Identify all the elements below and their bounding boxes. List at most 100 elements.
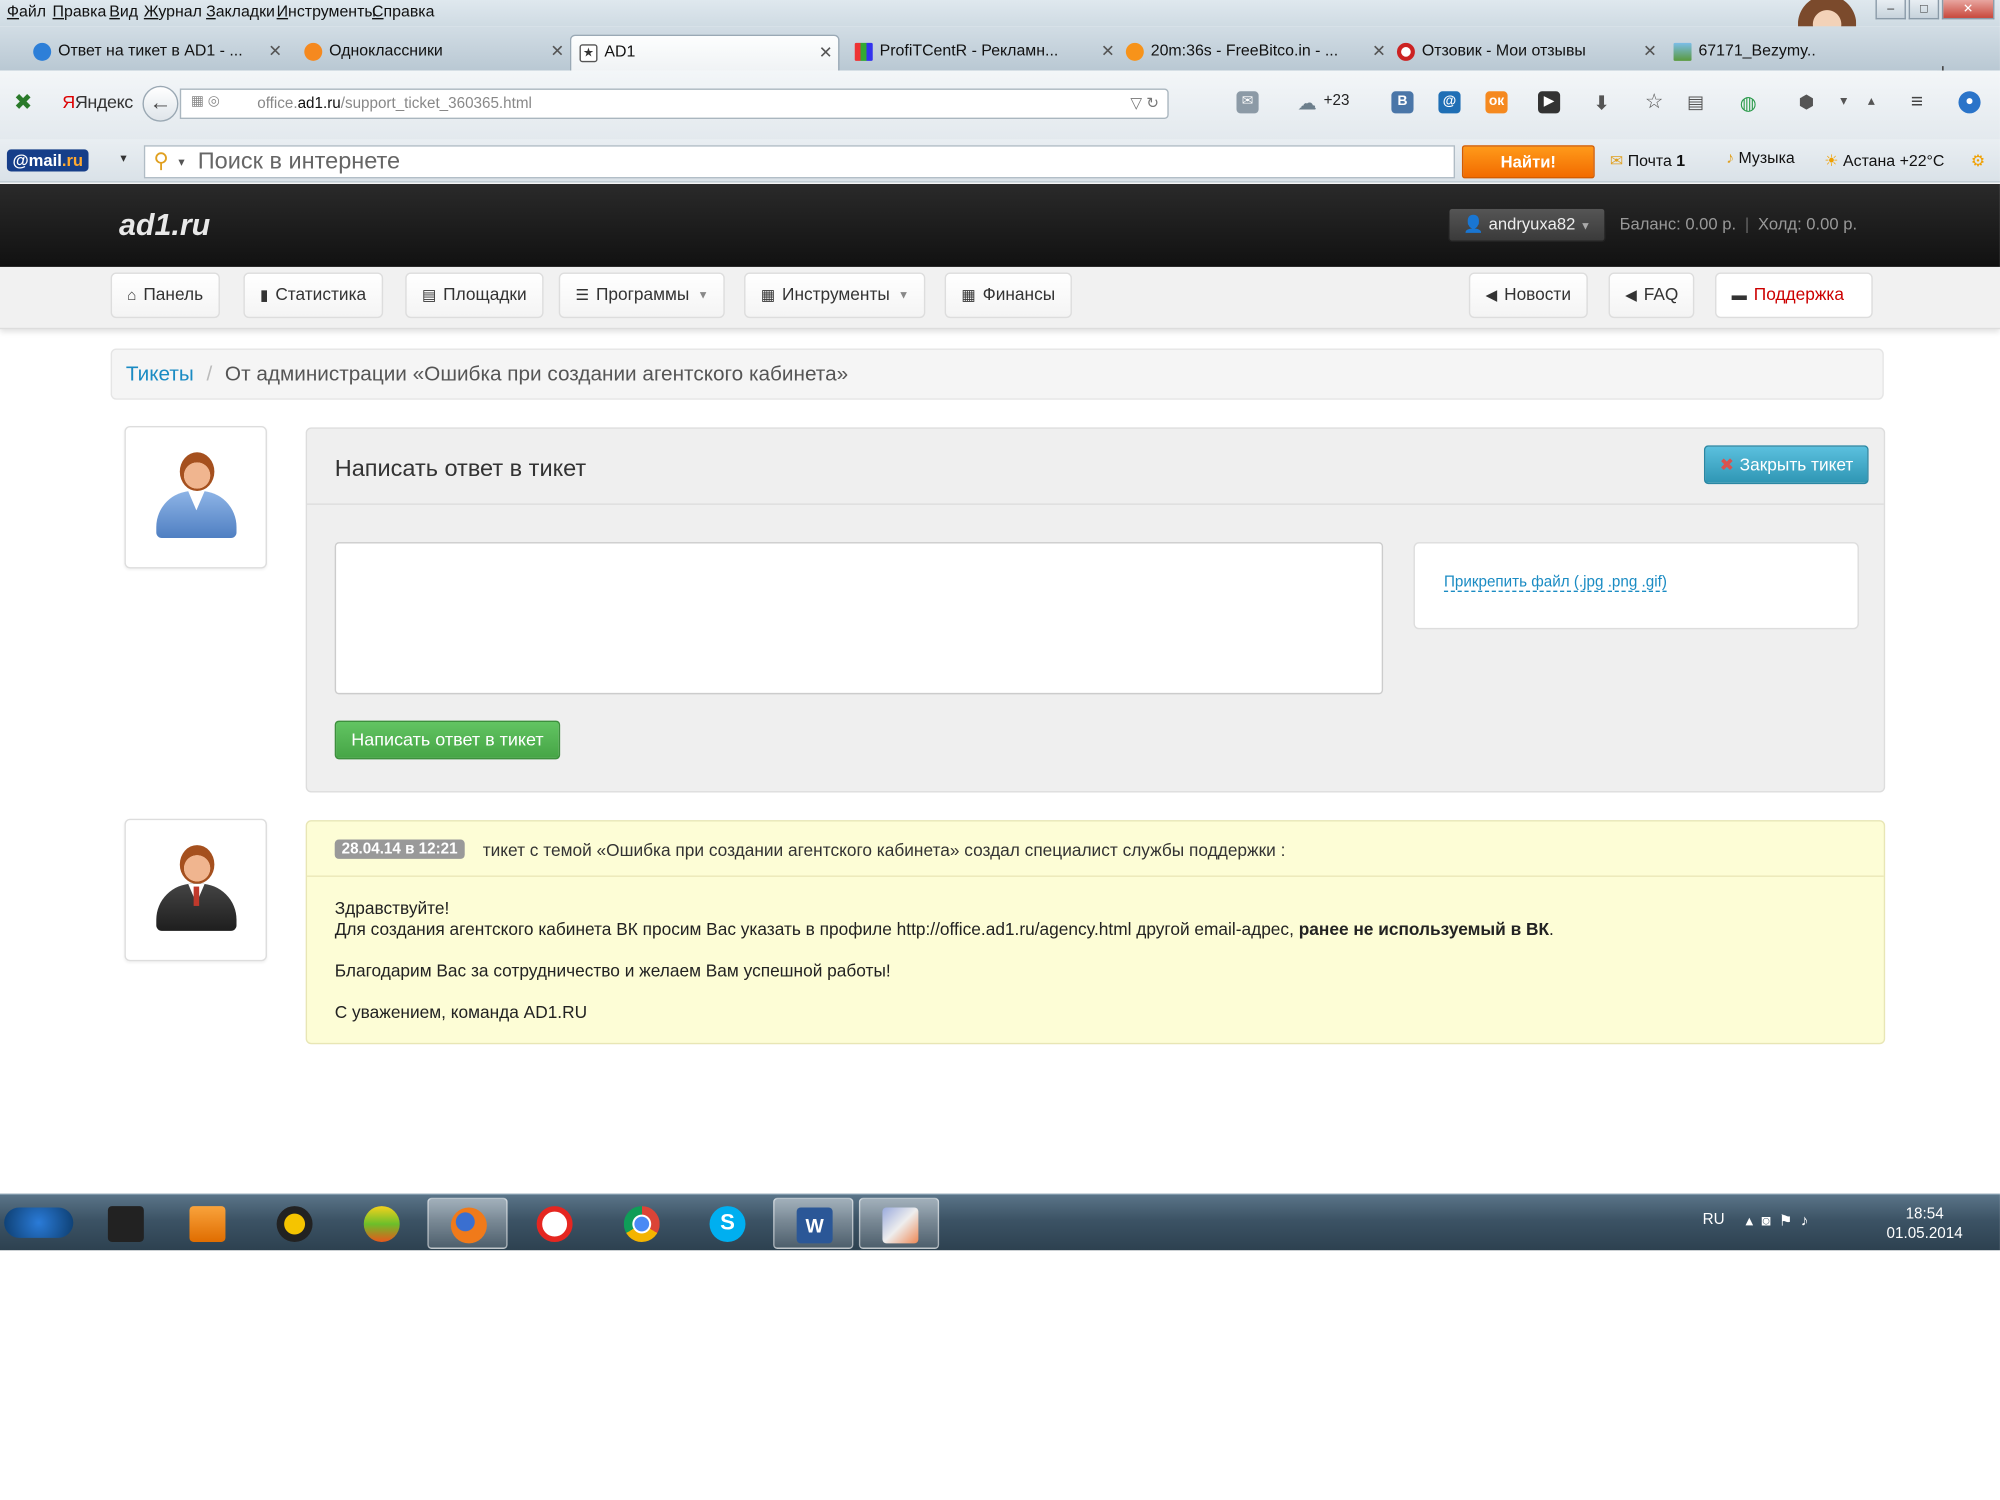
user-menu-button[interactable]: 👤 andryuxa82 ▼ [1448, 207, 1607, 243]
tab-freebitcoin[interactable]: 20m:36s - FreeBitco.in - ... ✕ [1118, 35, 1392, 71]
mail-link[interactable]: ✉ Почта 1 [1610, 151, 1685, 171]
dropdown-icon[interactable]: ▾ [1833, 91, 1855, 113]
tab-ad1-reply[interactable]: Ответ на тикет в AD1 - ... ✕ [25, 35, 288, 71]
tab-bar: Ответ на тикет в AD1 - ... ✕ Одноклассни… [0, 26, 2000, 84]
reload-icon[interactable]: ▽ ↻ [1130, 90, 1159, 118]
back-button[interactable]: ← [142, 85, 179, 122]
close-icon: ✖ [1719, 455, 1735, 475]
site-identity-icon[interactable]: ▦ ◎ [191, 94, 220, 109]
system-tray[interactable]: ▴◙⚑♪ [1745, 1212, 1816, 1230]
play-icon[interactable]: ▶ [1538, 91, 1561, 114]
tab-image[interactable]: 67171_Bezymy.. [1665, 35, 1928, 71]
attach-file-link[interactable]: Прикрепить файл (.jpg .png .gif) [1443, 574, 1667, 592]
menu-file[interactable]: Файл [7, 4, 46, 21]
close-ticket-button[interactable]: ✖ Закрыть тикет [1704, 445, 1869, 485]
music-link[interactable]: ♪ Музыка [1726, 151, 1795, 168]
menu-help[interactable]: Справка [372, 4, 434, 21]
nav-statistics[interactable]: ▮ Статистика [243, 272, 383, 319]
menu-tools[interactable]: Инструменты [277, 4, 376, 21]
maximize-icon[interactable]: □ [1908, 0, 1940, 20]
bookmark-star-icon[interactable]: ☆ [1643, 91, 1665, 113]
nav-support[interactable]: ▬ Поддержка [1715, 272, 1873, 319]
tab-ad1[interactable]: ★ AD1 ✕ [569, 34, 840, 71]
taskbar-paint[interactable] [858, 1197, 940, 1249]
nav-panel[interactable]: ⌂ Панель [110, 272, 220, 319]
nav-tools[interactable]: ▦ Инструменты ▼ [744, 272, 926, 319]
chevron-down-icon[interactable]: ▾ [120, 151, 126, 166]
site-logo[interactable]: ad1.ru [119, 207, 210, 243]
tab-close-icon[interactable]: ✕ [268, 41, 282, 60]
download-icon[interactable]: ⬇ [1591, 91, 1613, 113]
submit-reply-button[interactable]: Написать ответ в тикет [334, 720, 561, 760]
search-button[interactable]: Найти! [1461, 145, 1595, 179]
menu-view[interactable]: Вид [109, 4, 138, 21]
url-bar[interactable]: office.ad1.ru/support_ticket_360365.html… [179, 88, 1169, 119]
skype-toolbar-icon[interactable]: ● [1958, 91, 1981, 114]
nav-programs[interactable]: ☰ Программы ▼ [558, 272, 726, 319]
tab-close-icon[interactable]: ✕ [1643, 41, 1657, 60]
tab-close-icon[interactable]: ✕ [1372, 41, 1386, 60]
chevron-up-icon[interactable]: ▴ [1860, 91, 1882, 113]
message-date-badge: 28.04.14 в 12:21 [334, 839, 465, 859]
chevron-down-icon: ▼ [1579, 219, 1591, 233]
minimize-icon[interactable]: – [1875, 0, 1906, 20]
menu-history[interactable]: Журнал [144, 4, 202, 21]
nav-sites[interactable]: ▤ Площадки [405, 272, 544, 319]
nav-finance[interactable]: ▦ Финансы [944, 272, 1072, 319]
mail-icon[interactable]: ✉ [1236, 91, 1259, 114]
nav-faq[interactable]: ◀ FAQ [1608, 272, 1695, 319]
yandex-browser-icon [536, 1206, 573, 1243]
tab-profitcentr[interactable]: ProfiTCentR - Рекламн... ✕ [846, 35, 1120, 71]
weather-cloud-icon[interactable]: ☁ [1296, 91, 1318, 113]
tab-close-icon[interactable]: ✕ [550, 41, 564, 60]
taskbar-app-4[interactable] [342, 1198, 422, 1249]
tab-close-icon[interactable]: ✕ [819, 43, 833, 62]
start-button[interactable] [4, 1207, 74, 1238]
taskbar-skype[interactable]: S [687, 1198, 767, 1249]
settings-gear-icon[interactable]: ⚙ [1971, 151, 1985, 171]
flag-icon[interactable]: ⚑ [1779, 1213, 1801, 1230]
taskbar-aimp[interactable] [254, 1198, 334, 1249]
taskbar-app-1[interactable] [86, 1198, 166, 1249]
menu-icon[interactable]: ≡ [1906, 91, 1928, 113]
mailru-agent-icon[interactable]: @ [1438, 91, 1461, 114]
message-thanks: Благодарим Вас за сотрудничество и желае… [334, 961, 891, 981]
tray-expand-icon[interactable]: ▴ [1745, 1213, 1761, 1230]
taskbar-yandex-browser[interactable] [515, 1198, 595, 1249]
taskbar-firefox[interactable] [427, 1197, 508, 1249]
clock[interactable]: 18:54 01.05.2014 [1887, 1205, 1963, 1244]
message-signature: С уважением, команда AD1.RU [334, 1002, 588, 1023]
odnoklassniki-icon[interactable]: ок [1485, 91, 1508, 114]
taskbar-media-player[interactable] [167, 1198, 247, 1249]
vk-icon[interactable]: В [1391, 91, 1414, 114]
search-input[interactable]: ⚲ ▾ Поиск в интернете [143, 145, 1456, 179]
star-icon: ★ [579, 44, 598, 63]
language-indicator[interactable]: RU [1703, 1212, 1725, 1229]
taskbar-chrome[interactable] [602, 1198, 682, 1249]
calendar-icon: ▦ [961, 287, 976, 305]
list-icon: ▤ [421, 287, 437, 305]
message-header: 28.04.14 в 12:21 тикет с темой «Ошибка п… [307, 822, 1884, 877]
volume-icon[interactable]: ♪ [1801, 1213, 1817, 1230]
nav-news[interactable]: ◀ Новости [1468, 272, 1588, 319]
menu-bookmarks[interactable]: Закладки [206, 4, 275, 21]
mailru-logo[interactable]: @mail.ru [6, 149, 89, 172]
addon-icon[interactable]: ⬢ [1795, 91, 1817, 113]
tab-close-icon[interactable]: ✕ [1101, 41, 1115, 60]
menu-edit[interactable]: Правка [53, 4, 107, 21]
network-icon[interactable]: ◙ [1761, 1213, 1779, 1230]
reply-textarea[interactable] [334, 542, 1384, 695]
tab-otzovik[interactable]: Отзовик - Мои отзывы ✕ [1389, 35, 1663, 71]
yandex-logo[interactable]: ЯЯндекс [62, 91, 133, 112]
breadcrumb-tickets-link[interactable]: Тикеты [126, 362, 194, 386]
user-avatar-icon [156, 452, 237, 541]
yandex-elements-icon[interactable]: ✖ [14, 91, 39, 116]
tab-odnoklassniki[interactable]: Одноклассники ✕ [296, 35, 570, 71]
close-window-icon[interactable]: ✕ [1941, 0, 1995, 20]
weather-link[interactable]: ☀ Астана +22°C [1824, 151, 1944, 171]
bookmarks-list-icon[interactable]: ▤ [1685, 91, 1707, 113]
attach-file-box: Прикрепить файл (.jpg .png .gif) [1413, 542, 1859, 630]
sync-icon[interactable]: ◍ [1737, 91, 1759, 113]
taskbar-word[interactable]: W [773, 1197, 854, 1249]
megaphone-icon: ◀ [1485, 287, 1498, 305]
